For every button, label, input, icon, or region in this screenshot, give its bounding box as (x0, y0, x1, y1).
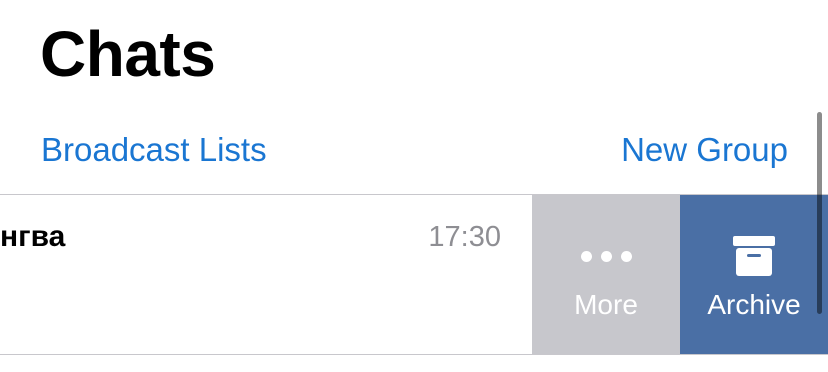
archive-button[interactable]: Archive (680, 195, 828, 354)
new-group-link[interactable]: New Group (621, 128, 788, 172)
chats-screen: Chats Broadcast Lists New Group нгва 17:… (0, 0, 828, 372)
chat-row[interactable]: нгва 17:30 More Archive (0, 195, 828, 354)
chat-time: 17:30 (428, 221, 501, 253)
scrollbar[interactable] (817, 112, 822, 314)
archive-label: Archive (707, 289, 801, 320)
chat-name: нгва (0, 220, 66, 253)
dot (580, 251, 592, 262)
dot (600, 251, 612, 262)
more-button[interactable]: More (532, 195, 680, 354)
dot (620, 251, 632, 262)
chat-row-content[interactable]: нгва 17:30 (0, 195, 532, 354)
more-dots-icon (532, 251, 680, 263)
more-label: More (574, 289, 638, 320)
broadcast-lists-link[interactable]: Broadcast Lists (41, 128, 267, 172)
page-title: Chats (40, 18, 216, 90)
divider (0, 354, 828, 355)
archive-box-icon (733, 236, 775, 276)
